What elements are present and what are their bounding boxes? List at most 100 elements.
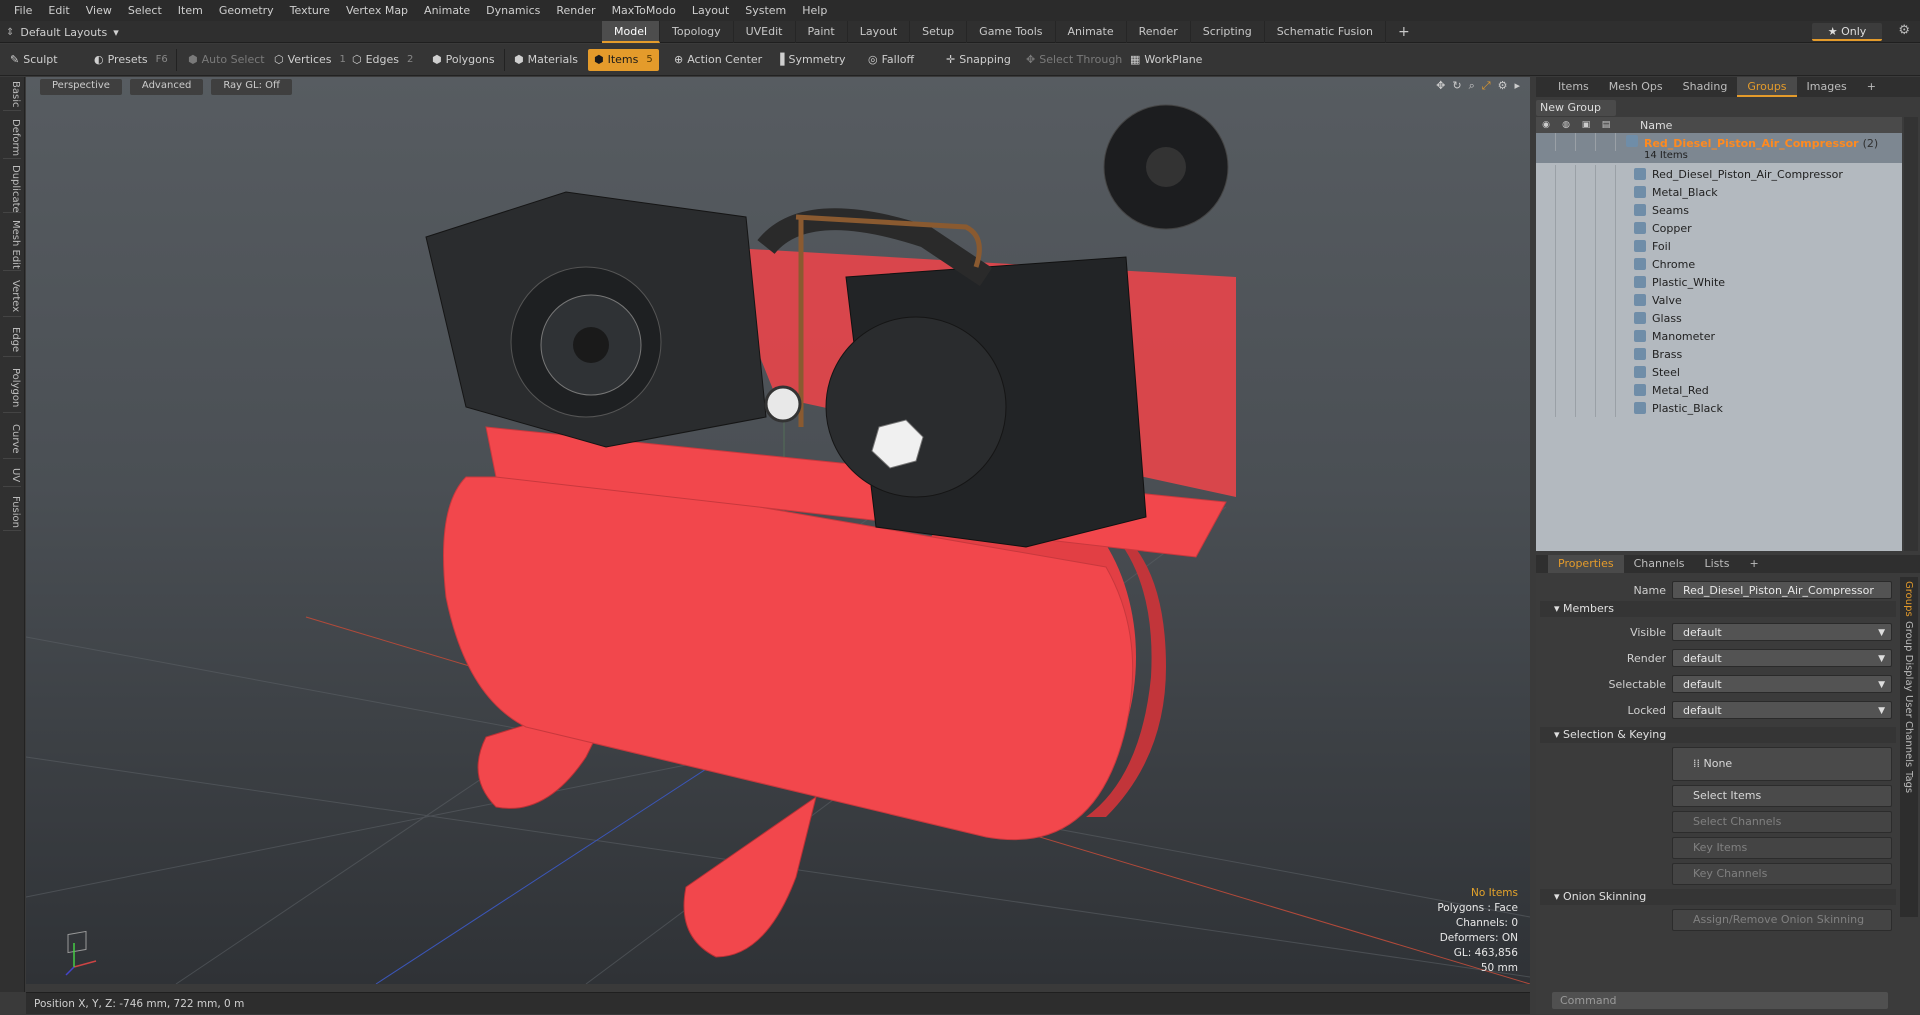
key-items-button[interactable]: Key Items [1672, 837, 1892, 859]
workplane-button[interactable]: ▦ WorkPlane [1124, 49, 1208, 71]
none-button[interactable]: ⁞⁞ None [1672, 747, 1892, 781]
tab-scripting[interactable]: Scripting [1191, 21, 1265, 43]
list-item[interactable]: Plastic_White [1536, 273, 1902, 291]
tab-lists[interactable]: Lists [1695, 555, 1740, 573]
side-tab-user-channels[interactable]: User Channels [1903, 695, 1914, 767]
tab-shading[interactable]: Shading [1673, 77, 1738, 97]
auto-select-button[interactable]: ⬢ Auto Select [182, 49, 271, 71]
list-item[interactable]: Manometer [1536, 327, 1902, 345]
list-item[interactable]: Valve [1536, 291, 1902, 309]
left-tab-duplicate[interactable]: Duplicate [3, 165, 21, 213]
visible-select[interactable]: default ▼ [1672, 623, 1892, 641]
menu-item-help[interactable]: Help [794, 0, 835, 21]
menu-item-view[interactable]: View [78, 0, 120, 21]
menu-item-system[interactable]: System [737, 0, 794, 21]
3d-viewport[interactable]: Perspective Advanced Ray GL: Off ✥ ↻ ⌕ ⤢… [26, 77, 1530, 984]
menu-item-edit[interactable]: Edit [40, 0, 77, 21]
onion-skinning-section[interactable]: ▾ Onion Skinning [1540, 889, 1896, 905]
list-item[interactable]: Metal_Black [1536, 183, 1902, 201]
menu-item-texture[interactable]: Texture [282, 0, 338, 21]
list-item[interactable]: Metal_Red [1536, 381, 1902, 399]
select-through-button[interactable]: ✥ Select Through [1020, 49, 1128, 71]
list-item[interactable]: Seams [1536, 201, 1902, 219]
items-button[interactable]: ⬢ Items 5 [588, 49, 659, 71]
command-input[interactable]: Command [1552, 992, 1888, 1009]
list-item[interactable]: Copper [1536, 219, 1902, 237]
tab-uvedit[interactable]: UVEdit [734, 21, 796, 43]
tab-channels[interactable]: Channels [1624, 555, 1695, 573]
left-tab-polygon[interactable]: Polygon [3, 363, 21, 413]
expand-icon[interactable]: ▸ [1514, 79, 1520, 93]
tab-model[interactable]: Model [602, 21, 661, 43]
polygons-button[interactable]: ⬢ Polygons [426, 49, 501, 71]
render-select[interactable]: default ▼ [1672, 649, 1892, 667]
name-field[interactable]: Red_Diesel_Piston_Air_Compressor (2) [1672, 581, 1892, 615]
tab-topology[interactable]: Topology [660, 21, 734, 43]
tab-items[interactable]: Items [1548, 77, 1599, 97]
menu-item-file[interactable]: File [6, 0, 40, 21]
left-tab-basic[interactable]: Basic [3, 79, 21, 111]
view-mode-button[interactable]: Perspective [40, 79, 122, 95]
add-tab-button[interactable]: + [1386, 21, 1422, 43]
shading-mode-button[interactable]: Advanced [129, 79, 204, 95]
sculpt-button[interactable]: ✎ Sculpt [4, 49, 64, 71]
snapping-button[interactable]: ✛ Snapping [940, 49, 1017, 71]
menu-item-vertex-map[interactable]: Vertex Map [338, 0, 416, 21]
list-item[interactable]: Steel [1536, 363, 1902, 381]
gear-icon[interactable]: ⚙ [1898, 23, 1910, 38]
menu-item-maxtomodo[interactable]: MaxToModo [604, 0, 684, 21]
falloff-button[interactable]: ◎ Falloff [862, 49, 920, 71]
left-tab-fusion[interactable]: Fusion [3, 493, 21, 531]
left-tab-uv[interactable]: UV [3, 465, 21, 487]
selectable-select[interactable]: default ▼ [1672, 675, 1892, 693]
menu-item-item[interactable]: Item [170, 0, 211, 21]
menu-item-dynamics[interactable]: Dynamics [478, 0, 548, 21]
side-tab-groups[interactable]: Groups [1903, 581, 1914, 617]
new-group-button[interactable]: New Group [1536, 100, 1616, 116]
tab-groups[interactable]: Groups [1737, 77, 1797, 97]
edges-button[interactable]: ⬡ Edges 2 [346, 49, 419, 71]
menu-item-animate[interactable]: Animate [416, 0, 478, 21]
symmetry-button[interactable]: ▐ Symmetry [770, 49, 852, 71]
menu-item-geometry[interactable]: Geometry [211, 0, 282, 21]
list-item[interactable]: Chrome [1536, 255, 1902, 273]
menu-item-layout[interactable]: Layout [684, 0, 737, 21]
vertices-button[interactable]: ⬡ Vertices 1 [268, 49, 352, 71]
tab-schematic-fusion[interactable]: Schematic Fusion [1265, 21, 1387, 43]
select-icon[interactable]: ▤ [1596, 120, 1616, 130]
tab-setup[interactable]: Setup [910, 21, 968, 43]
side-tab-group-display[interactable]: Group Display [1903, 621, 1914, 691]
select-channels-button[interactable]: Select Channels [1672, 811, 1892, 833]
tab-properties[interactable]: Properties [1548, 555, 1624, 573]
tab-render[interactable]: Render [1127, 21, 1191, 43]
pan-icon[interactable]: ✥ [1436, 79, 1445, 93]
key-channels-button[interactable]: Key Channels [1672, 863, 1892, 885]
tab-animate[interactable]: Animate [1056, 21, 1127, 43]
tab-mesh-ops[interactable]: Mesh Ops [1599, 77, 1673, 97]
select-items-button[interactable]: Select Items [1672, 785, 1892, 807]
rotate-icon[interactable]: ↻ [1452, 79, 1461, 93]
list-item[interactable]: Foil [1536, 237, 1902, 255]
menu-item-render[interactable]: Render [548, 0, 603, 21]
list-item[interactable]: Glass [1536, 309, 1902, 327]
tab-layout[interactable]: Layout [848, 21, 911, 43]
fit-icon[interactable]: ⤢ [1482, 79, 1491, 93]
raygl-button[interactable]: Ray GL: Off [211, 79, 292, 95]
eye-icon[interactable]: ◉ [1536, 120, 1556, 130]
group-row[interactable]: Red_Diesel_Piston_Air_Compressor (2) 14 It… [1536, 133, 1902, 163]
viewport-gear-icon[interactable]: ⚙ [1498, 79, 1508, 93]
add-tab-button[interactable]: + [1739, 555, 1768, 573]
selection-keying-section[interactable]: ▾ Selection & Keying [1540, 727, 1896, 743]
list-item[interactable]: Plastic_Black [1536, 399, 1902, 417]
tab-images[interactable]: Images [1797, 77, 1857, 97]
add-tab-button[interactable]: + [1857, 77, 1886, 97]
left-tab-curve[interactable]: Curve [3, 419, 21, 459]
list-item[interactable]: Brass [1536, 345, 1902, 363]
action-center-button[interactable]: ⊕ Action Center [668, 49, 768, 71]
menu-item-select[interactable]: Select [120, 0, 170, 21]
layout-selector[interactable]: ⇕ Default Layouts ▾ [6, 24, 119, 40]
assign-onion-button[interactable]: Assign/Remove Onion Skinning [1672, 909, 1892, 931]
side-tab-tags[interactable]: Tags [1903, 771, 1914, 793]
left-tab-edge[interactable]: Edge [3, 323, 21, 357]
zoom-icon[interactable]: ⌕ [1469, 79, 1475, 93]
